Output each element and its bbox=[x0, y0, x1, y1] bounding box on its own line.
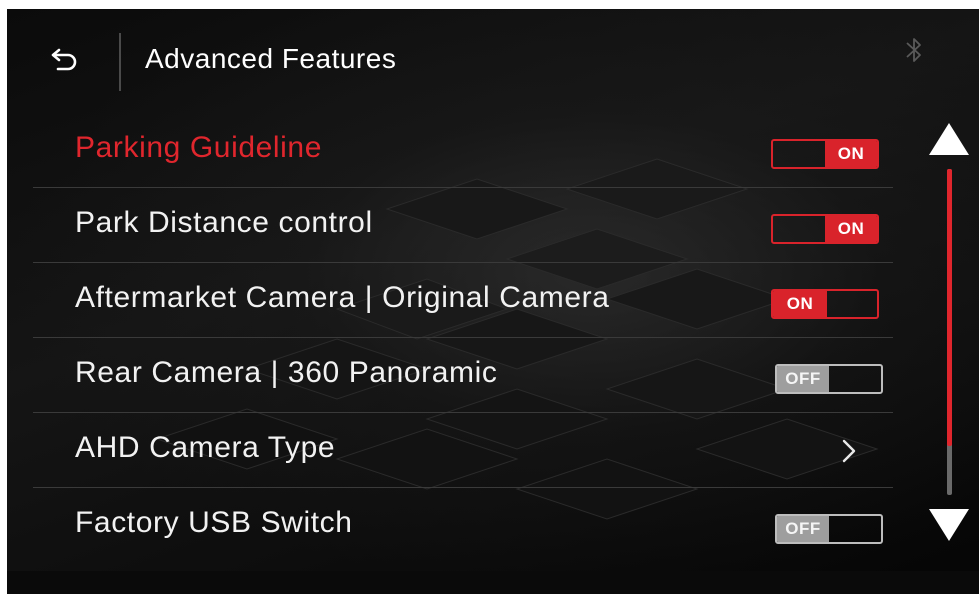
back-arrow-icon bbox=[51, 48, 77, 71]
rear-camera-toggle[interactable]: OFF bbox=[775, 364, 883, 394]
scroll-thumb[interactable] bbox=[947, 169, 952, 446]
setting-label: Park Distance control bbox=[75, 206, 373, 239]
triangle-up-icon[interactable] bbox=[927, 119, 971, 159]
setting-row-factory-usb-switch[interactable]: Factory USB Switch OFF bbox=[33, 488, 893, 562]
setting-row-aftermarket-camera[interactable]: Aftermarket Camera | Original Camera ON bbox=[33, 263, 893, 338]
settings-list: Parking Guideline ON Park Distance contr… bbox=[33, 113, 893, 562]
parking-guideline-toggle[interactable]: ON bbox=[771, 139, 879, 169]
bottom-bar bbox=[7, 571, 979, 594]
header: Advanced Features bbox=[7, 9, 979, 113]
setting-label: Aftermarket Camera | Original Camera bbox=[75, 281, 610, 314]
toggle-state: OFF bbox=[777, 516, 829, 542]
setting-row-park-distance-control[interactable]: Park Distance control ON bbox=[33, 188, 893, 263]
toggle-state: ON bbox=[825, 216, 877, 242]
toggle-state: ON bbox=[773, 291, 827, 317]
setting-label: AHD Camera Type bbox=[75, 431, 336, 464]
scrollbar bbox=[919, 113, 979, 553]
chevron-right-icon bbox=[842, 439, 856, 463]
park-distance-control-toggle[interactable]: ON bbox=[771, 214, 879, 244]
setting-label: Parking Guideline bbox=[75, 131, 323, 164]
triangle-down-icon[interactable] bbox=[927, 505, 971, 545]
header-divider bbox=[119, 33, 121, 91]
toggle-state: ON bbox=[825, 141, 877, 167]
aftermarket-camera-toggle[interactable]: ON bbox=[771, 289, 879, 319]
setting-row-ahd-camera-type[interactable]: AHD Camera Type bbox=[33, 413, 893, 488]
back-button[interactable] bbox=[43, 37, 87, 81]
screen: Advanced Features Parking Guideline ON P… bbox=[7, 9, 979, 594]
toggle-state: OFF bbox=[777, 366, 829, 392]
bluetooth-icon bbox=[906, 38, 921, 62]
setting-label: Rear Camera | 360 Panoramic bbox=[75, 356, 498, 389]
setting-row-parking-guideline[interactable]: Parking Guideline ON bbox=[33, 113, 893, 188]
page-title: Advanced Features bbox=[145, 43, 397, 74]
setting-label: Factory USB Switch bbox=[75, 506, 353, 539]
setting-row-rear-camera[interactable]: Rear Camera | 360 Panoramic OFF bbox=[33, 338, 893, 413]
factory-usb-switch-toggle[interactable]: OFF bbox=[775, 514, 883, 544]
scroll-track[interactable] bbox=[947, 169, 952, 495]
